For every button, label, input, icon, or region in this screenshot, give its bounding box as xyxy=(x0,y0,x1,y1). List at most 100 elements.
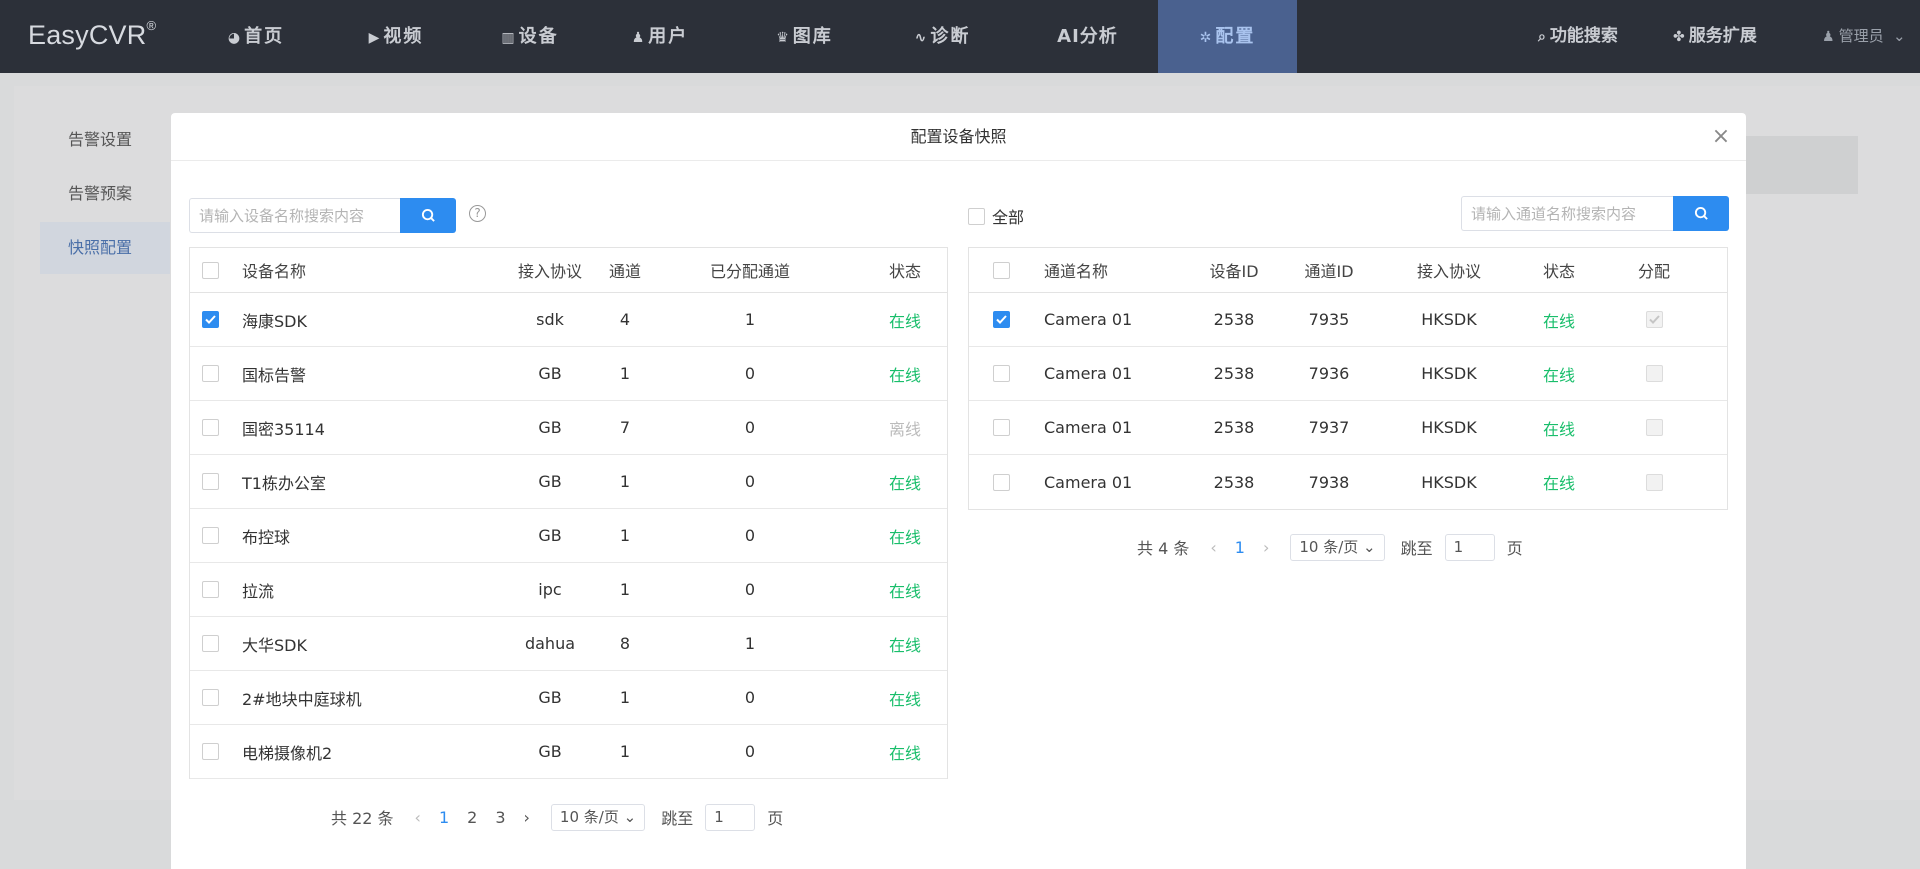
channel-id: 7938 xyxy=(1308,472,1350,492)
page-1[interactable]: 1 xyxy=(439,808,449,827)
jump-page-input[interactable]: 1 xyxy=(1444,533,1495,561)
sidebar-item-snapshot-config[interactable]: 快照配置 xyxy=(40,222,170,274)
chevron-left-icon[interactable]: ‹ xyxy=(1210,538,1216,557)
table-row[interactable]: 2#地块中庭球机 GB 1 0 在线 xyxy=(190,671,947,725)
page-2[interactable]: 2 xyxy=(467,808,477,827)
status-badge: 在线 xyxy=(888,689,921,709)
status-badge: 在线 xyxy=(888,365,921,385)
page-size-select[interactable]: 10 条/页 ⌄ xyxy=(550,803,646,831)
device-protocol: GB xyxy=(538,472,562,491)
table-row[interactable]: 拉流 ipc 1 0 在线 xyxy=(190,563,947,617)
assigned-checkbox xyxy=(1645,311,1663,328)
assigned-checkbox xyxy=(1645,473,1663,491)
nav-config[interactable]: ✲ 配置 xyxy=(1158,0,1297,73)
device-protocol: GB xyxy=(538,688,562,707)
nav-home[interactable]: ◕ 首页 xyxy=(196,0,316,73)
table-row[interactable]: 国密35114 GB 7 0 离线 xyxy=(190,401,947,455)
select-all-channels[interactable]: 全部 xyxy=(968,204,1024,228)
chevron-left-icon[interactable]: ‹ xyxy=(415,808,421,827)
device-protocol: GB xyxy=(538,418,562,437)
chevron-right-icon[interactable]: › xyxy=(1263,538,1269,557)
jump-page-input[interactable]: 1 xyxy=(705,803,756,831)
service-extend-button[interactable]: ✤ 服务扩展 xyxy=(1673,0,1757,73)
column-header: 接入协议 xyxy=(1416,262,1481,281)
feature-search-button[interactable]: ⌕ 功能搜索 xyxy=(1538,0,1618,73)
device-search-button[interactable] xyxy=(400,198,456,233)
chevron-right-icon[interactable]: › xyxy=(524,808,530,827)
table-row[interactable]: 海康SDK sdk 4 1 在线 xyxy=(190,293,947,347)
user-icon: ♟ xyxy=(1822,29,1835,45)
device-channels: 1 xyxy=(619,688,631,707)
close-icon[interactable]: × xyxy=(1710,126,1732,148)
row-checkbox[interactable] xyxy=(993,365,1010,382)
nav-gallery[interactable]: ♛ 图库 xyxy=(742,0,867,73)
nav-ai-analysis[interactable]: AI分析 xyxy=(1025,0,1150,73)
select-all-rows-checkbox[interactable] xyxy=(993,261,1010,279)
device-id: 2538 xyxy=(1213,472,1255,492)
device-name: 海康SDK xyxy=(242,311,307,331)
table-row[interactable]: 大华SDK dahua 8 1 在线 xyxy=(190,617,947,671)
channel-name: Camera 01 xyxy=(1044,472,1133,492)
row-checkbox[interactable] xyxy=(993,311,1010,328)
sidebar-item-alarm-settings[interactable]: 告警设置 xyxy=(40,114,170,166)
device-assigned-channels: 1 xyxy=(744,310,756,329)
page-suffix: 页 xyxy=(1506,539,1523,558)
row-checkbox[interactable] xyxy=(202,473,219,490)
total-count: 共 4 条 xyxy=(1137,539,1190,558)
device-channels: 1 xyxy=(619,742,631,761)
dialog-title: 配置设备快照 xyxy=(171,113,1746,161)
device-search-input[interactable] xyxy=(189,198,400,233)
channel-search-button[interactable] xyxy=(1673,196,1729,231)
device-protocol: dahua xyxy=(524,634,576,653)
row-checkbox[interactable] xyxy=(202,527,219,544)
device-name: T1栋办公室 xyxy=(242,473,326,493)
table-row[interactable]: 国标告警 GB 1 0 在线 xyxy=(190,347,947,401)
table-row[interactable]: 电梯摄像机2 GB 1 0 在线 xyxy=(190,725,947,779)
logo[interactable]: EasyCVR® xyxy=(28,18,156,51)
nav-user[interactable]: ♟ 用户 xyxy=(600,0,720,73)
table-row[interactable]: Camera 01 2538 7936 HKSDK 在线 xyxy=(969,347,1727,401)
sidebar-item-alarm-plan[interactable]: 告警预案 xyxy=(40,168,170,220)
device-protocol: ipc xyxy=(538,580,562,599)
table-row[interactable]: T1栋办公室 GB 1 0 在线 xyxy=(190,455,947,509)
page-1[interactable]: 1 xyxy=(1235,538,1245,557)
select-all-channels-checkbox[interactable] xyxy=(968,207,985,225)
row-checkbox[interactable] xyxy=(202,365,219,382)
page-3[interactable]: 3 xyxy=(495,808,505,827)
nav-video[interactable]: ▶ 视频 xyxy=(336,0,456,73)
table-row[interactable]: 布控球 GB 1 0 在线 xyxy=(190,509,947,563)
device-channels: 1 xyxy=(619,580,631,599)
row-checkbox[interactable] xyxy=(202,311,219,328)
user-menu[interactable]: ♟ 管理员 xyxy=(1822,0,1884,73)
column-header: 状态 xyxy=(888,262,921,281)
device-assigned-channels: 0 xyxy=(744,526,756,545)
row-checkbox[interactable] xyxy=(993,419,1010,436)
channel-search-input[interactable] xyxy=(1461,196,1673,231)
nav-device[interactable]: ▥ 设备 xyxy=(470,0,590,73)
device-search xyxy=(189,198,456,233)
assigned-checkbox xyxy=(1645,419,1663,436)
nav-diagnosis[interactable]: ∿ 诊断 xyxy=(880,0,1005,73)
device-name: 国密35114 xyxy=(242,419,325,439)
puzzle-icon: ✤ xyxy=(1673,29,1685,45)
channel-table: 通道名称 设备ID 通道ID 接入协议 状态 分配 Camera 01 2538 7… xyxy=(968,247,1728,510)
channel-id: 7935 xyxy=(1308,310,1350,329)
column-header: 通道ID xyxy=(1304,262,1354,281)
device-name: 2#地块中庭球机 xyxy=(242,689,362,709)
help-icon[interactable]: ? xyxy=(469,205,486,222)
status-badge: 在线 xyxy=(888,743,921,763)
page-size-select[interactable]: 10 条/页 ⌄ xyxy=(1290,533,1385,561)
table-row[interactable]: Camera 01 2538 7937 HKSDK 在线 xyxy=(969,401,1727,455)
row-checkbox[interactable] xyxy=(993,473,1010,491)
column-header: 已分配通道 xyxy=(709,262,790,281)
row-checkbox[interactable] xyxy=(202,581,219,598)
table-row[interactable]: Camera 01 2538 7938 HKSDK 在线 xyxy=(969,455,1727,509)
table-row[interactable]: Camera 01 2538 7935 HKSDK 在线 xyxy=(969,293,1727,347)
row-checkbox[interactable] xyxy=(202,743,219,760)
device-protocol: GB xyxy=(538,526,562,545)
jump-label: 跳至 xyxy=(1400,539,1433,558)
row-checkbox[interactable] xyxy=(202,635,219,652)
select-all-devices-checkbox[interactable] xyxy=(202,261,219,279)
row-checkbox[interactable] xyxy=(202,689,219,706)
row-checkbox[interactable] xyxy=(202,419,219,436)
